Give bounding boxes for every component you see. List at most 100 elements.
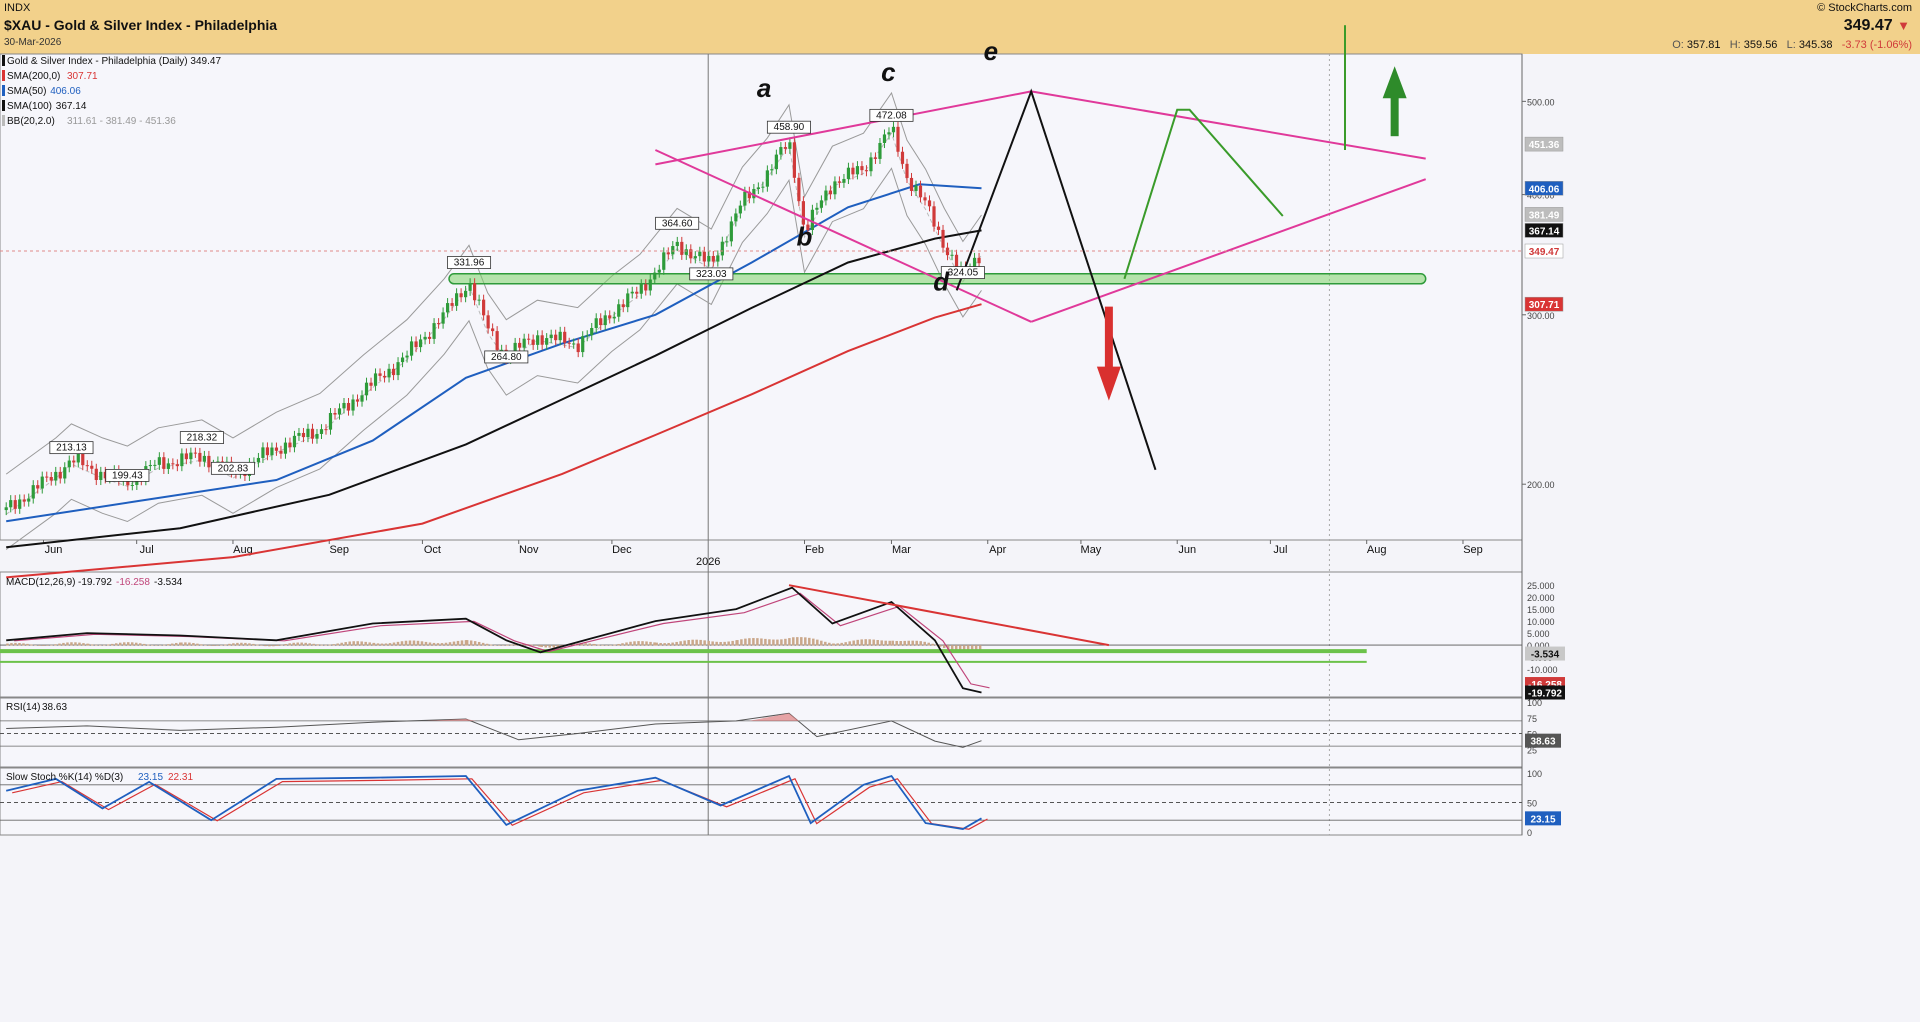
macd-histogram-bar bbox=[332, 644, 335, 646]
candle-body bbox=[482, 299, 486, 316]
macd-histogram-bar bbox=[130, 642, 134, 646]
candle-body bbox=[270, 447, 274, 456]
candle-body bbox=[662, 252, 666, 270]
macd-histogram-bar bbox=[931, 643, 934, 646]
candle-body bbox=[396, 362, 400, 376]
candle-body bbox=[495, 331, 499, 350]
macd-histogram-bar bbox=[506, 644, 509, 646]
candle-body bbox=[90, 465, 94, 469]
macd-histogram-bar bbox=[687, 640, 690, 646]
chart-canvas[interactable]: Jun Jul Aug Sep Oct Nov Dec 2026 Feb Mar Apr May Jun… bbox=[0, 0, 1920, 1022]
stoch-y-tick: 50 bbox=[1527, 799, 1537, 809]
legend-values: 307.71 bbox=[67, 71, 98, 82]
axis-badge-text: 451.36 bbox=[1529, 140, 1560, 151]
macd-histogram-bar bbox=[364, 641, 367, 646]
macd-histogram-bar bbox=[719, 641, 722, 646]
macd-histogram-bar bbox=[368, 642, 371, 646]
candle-body bbox=[292, 435, 297, 448]
price-label: 264.80 bbox=[491, 352, 522, 363]
macd-histogram-bar bbox=[497, 645, 501, 646]
candle-body bbox=[621, 304, 625, 308]
candle-body bbox=[878, 142, 882, 159]
macd-histogram-bar bbox=[340, 642, 343, 646]
macd-histogram-bar bbox=[288, 643, 291, 646]
macd-histogram-bar bbox=[42, 645, 45, 646]
macd-histogram-bar bbox=[110, 643, 114, 646]
macd-histogram-bar bbox=[86, 643, 90, 646]
macd-histogram-bar bbox=[609, 644, 612, 646]
macd-histogram-bar bbox=[752, 638, 755, 646]
legend-swatch bbox=[2, 55, 5, 66]
macd-histogram-bar bbox=[228, 643, 231, 646]
macd-histogram-bar bbox=[166, 644, 170, 646]
candle-body bbox=[536, 335, 540, 345]
macd-histogram-bar bbox=[416, 640, 420, 646]
candle-body bbox=[94, 468, 98, 480]
candle-body bbox=[549, 334, 553, 339]
macd-histogram-bar bbox=[675, 641, 678, 646]
candle-body bbox=[842, 178, 846, 183]
macd-histogram-bar bbox=[621, 643, 624, 646]
macd-hist-value: -3.534 bbox=[154, 577, 183, 588]
macd-histogram-bar bbox=[788, 638, 791, 646]
macd-histogram-bar bbox=[711, 641, 714, 646]
candle-body bbox=[76, 453, 80, 463]
macd-histogram-bar bbox=[118, 642, 122, 646]
macd-histogram-bar bbox=[723, 641, 726, 646]
candle-body bbox=[711, 256, 715, 262]
macd-histogram-bar bbox=[915, 640, 918, 646]
macd-histogram-bar bbox=[344, 642, 347, 646]
stoch-badge-text: 23.15 bbox=[1530, 814, 1555, 825]
candle-body bbox=[423, 336, 427, 340]
candle-body bbox=[846, 167, 851, 179]
macd-histogram-bar bbox=[593, 644, 596, 646]
candle-body bbox=[603, 315, 607, 326]
macd-histogram-bar bbox=[348, 641, 351, 646]
macd-histogram-bar bbox=[180, 642, 183, 646]
candle-body bbox=[707, 256, 711, 262]
macd-histogram-bar bbox=[465, 640, 469, 646]
macd-histogram-bar bbox=[544, 645, 547, 648]
macd-histogram-bar bbox=[196, 643, 199, 646]
candle-body bbox=[414, 341, 418, 348]
macd-histogram-bar bbox=[444, 642, 448, 646]
candle-body bbox=[450, 303, 454, 306]
macd-y-tick: 10.000 bbox=[1527, 617, 1555, 627]
macd-histogram-bar bbox=[485, 643, 489, 646]
candle-body bbox=[756, 187, 760, 189]
macd-histogram-bar bbox=[6, 643, 9, 646]
macd-y-tick: 25.000 bbox=[1527, 581, 1555, 591]
candle-body bbox=[342, 402, 346, 409]
candle-body bbox=[306, 428, 310, 438]
macd-value: -19.792 bbox=[78, 577, 112, 588]
macd-histogram-bar bbox=[812, 638, 815, 646]
macd-histogram-bar bbox=[903, 640, 906, 646]
macd-histogram-bar bbox=[780, 639, 783, 646]
macd-histogram-bar bbox=[477, 641, 481, 646]
candle-body bbox=[666, 252, 670, 255]
macd-histogram-bar bbox=[158, 645, 162, 646]
candle-body bbox=[572, 343, 576, 345]
y-tick-label: 300.00 bbox=[1527, 311, 1555, 321]
price-label: 213.13 bbox=[56, 443, 87, 454]
x-tick-label: Jun bbox=[45, 544, 63, 556]
candle-body bbox=[473, 283, 477, 301]
macd-histogram-bar bbox=[114, 643, 118, 646]
candle-body bbox=[193, 452, 197, 454]
macd-histogram-bar bbox=[220, 644, 223, 646]
wave-label-e: e bbox=[984, 36, 998, 66]
candle-body bbox=[36, 485, 40, 489]
candle-body bbox=[702, 251, 706, 262]
macd-histogram-bar bbox=[792, 637, 795, 646]
macd-histogram-bar bbox=[907, 640, 910, 646]
macd-histogram-bar bbox=[384, 643, 388, 646]
macd-histogram-bar bbox=[617, 643, 620, 646]
macd-histogram-bar bbox=[731, 640, 734, 646]
macd-histogram-bar bbox=[895, 640, 898, 646]
macd-histogram-bar bbox=[94, 644, 98, 646]
candle-body bbox=[783, 147, 787, 149]
macd-histogram-bar bbox=[663, 643, 666, 646]
macd-histogram-bar bbox=[236, 642, 239, 646]
macd-histogram-bar bbox=[768, 639, 771, 646]
candle-body bbox=[815, 207, 819, 210]
